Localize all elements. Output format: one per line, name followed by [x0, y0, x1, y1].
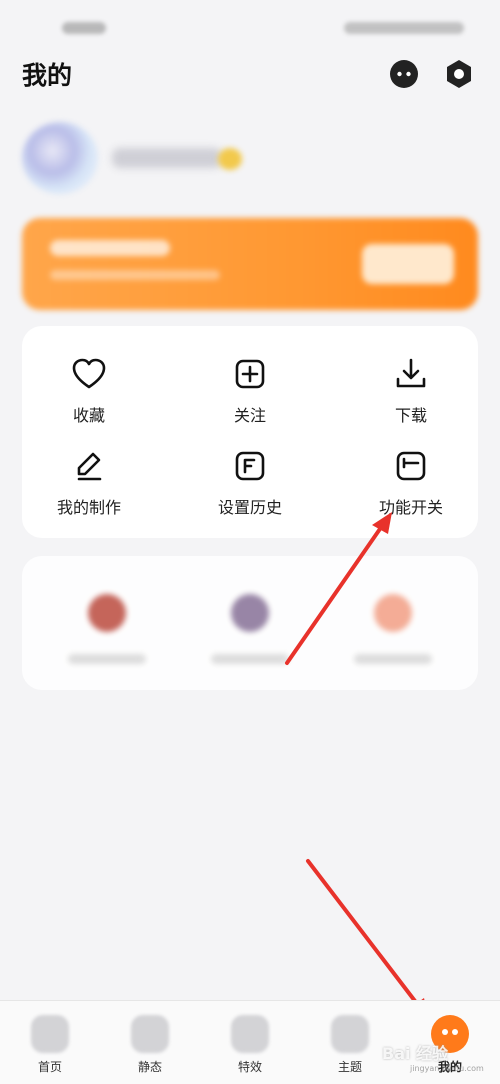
settings-icon[interactable] [443, 58, 475, 90]
status-time [62, 22, 106, 34]
status-bar [0, 0, 500, 52]
history-icon [235, 451, 265, 481]
recent-caption-blurred [211, 654, 289, 664]
tab-effects-label: 特效 [237, 1060, 262, 1074]
settings-history-label: 设置历史 [217, 498, 282, 517]
arrow-to-mine-tab [306, 859, 429, 1020]
pen-icon [77, 452, 102, 481]
status-icons [344, 22, 464, 34]
avatar[interactable] [22, 122, 98, 194]
recent-thumb [231, 594, 269, 632]
username-blurred [112, 148, 222, 168]
bot-icon[interactable] [388, 58, 420, 90]
my-creations-item[interactable]: 我的制作 [14, 448, 164, 538]
switch-icon [396, 451, 426, 481]
recent-thumb [88, 594, 126, 632]
favorites-label: 收藏 [72, 406, 105, 425]
recent-item[interactable] [328, 556, 458, 676]
watermark-brand: Bai 经验 [382, 1044, 449, 1063]
my-creations-label: 我的制作 [56, 498, 121, 517]
wallpaper-icon [131, 1015, 169, 1053]
recent-item[interactable] [42, 556, 172, 676]
emoji-badge [218, 148, 242, 170]
function-card: 收藏 关注 下载 我的制作 设置历史 功能开关 [22, 326, 478, 538]
recent-caption-blurred [354, 654, 432, 664]
star-icon [231, 1015, 269, 1053]
download-label: 下载 [394, 406, 427, 425]
heart-icon [72, 358, 106, 389]
download-icon [396, 358, 426, 388]
vip-banner[interactable] [22, 218, 478, 310]
page-title: 我的 [22, 61, 73, 90]
recent-thumb [374, 594, 412, 632]
home-icon [31, 1015, 69, 1053]
vip-subtitle-blurred [50, 270, 220, 280]
vip-open-button[interactable] [362, 244, 454, 284]
download-item[interactable]: 下载 [336, 356, 486, 446]
recent-card [22, 556, 478, 690]
feature-switch-item[interactable]: 功能开关 [336, 448, 486, 538]
vip-title-blurred [50, 240, 170, 256]
tab-static-label: 静态 [137, 1060, 162, 1074]
tab-home[interactable]: 首页 [0, 1001, 100, 1084]
follow-label: 关注 [233, 406, 266, 425]
palette-icon [331, 1015, 369, 1053]
feature-switch-label: 功能开关 [378, 498, 443, 517]
tab-static[interactable]: 静态 [100, 1001, 200, 1084]
tab-home-label: 首页 [37, 1060, 62, 1074]
recent-caption-blurred [68, 654, 146, 664]
favorites-item[interactable]: 收藏 [14, 356, 164, 446]
recent-item[interactable] [185, 556, 315, 676]
tab-effects[interactable]: 特效 [200, 1001, 300, 1084]
settings-history-item[interactable]: 设置历史 [175, 448, 325, 538]
profile-section[interactable] [22, 122, 362, 194]
follow-item[interactable]: 关注 [175, 356, 325, 446]
watermark-url: jingyan.baidu.com [410, 1064, 484, 1073]
add-square-icon [235, 359, 265, 389]
